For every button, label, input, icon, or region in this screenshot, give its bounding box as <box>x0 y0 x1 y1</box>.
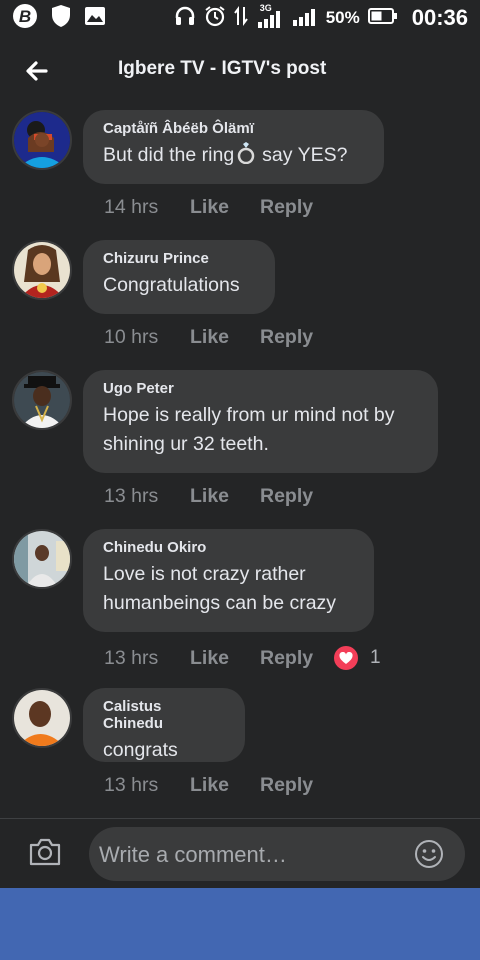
reply-button[interactable]: Reply <box>260 326 332 349</box>
comment-bubble[interactable]: Captåïñ Âbéëb Ôlämï But did the ring say … <box>83 110 384 184</box>
comment-meta: 10 hrs Like Reply <box>104 326 332 349</box>
avatar[interactable] <box>12 529 72 589</box>
headphones-icon <box>174 5 196 32</box>
emoji-icon[interactable] <box>413 838 445 875</box>
comment-bubble[interactable]: Chinedu Okiro Love is not crazy rather h… <box>83 529 374 632</box>
alarm-icon <box>204 5 226 32</box>
clock: 00:36 <box>411 5 468 30</box>
comment-bubble[interactable]: Chizuru Prince Congratulations <box>83 240 275 314</box>
comment-bubble[interactable]: Calistus Chinedu congrats <box>83 688 245 762</box>
comment-text: Hope is really from ur mind not by shini… <box>103 401 418 459</box>
heart-reaction-icon <box>332 644 360 672</box>
reply-button[interactable]: Reply <box>260 774 332 797</box>
data-arrows-icon <box>233 5 248 32</box>
avatar[interactable] <box>12 370 72 430</box>
comment-time: 13 hrs <box>104 646 159 669</box>
camera-icon[interactable] <box>28 837 62 872</box>
back-arrow-icon[interactable] <box>22 56 52 86</box>
reaction-count: 1 <box>370 647 381 668</box>
like-button[interactable]: Like <box>190 485 260 508</box>
shield-icon <box>50 4 72 33</box>
comment-meta: 13 hrs Like Reply 1 <box>104 644 381 672</box>
reply-button[interactable]: Reply <box>260 647 332 670</box>
reply-button[interactable]: Reply <box>260 196 332 219</box>
comment-time: 13 hrs <box>104 774 159 796</box>
app-b-icon: B <box>12 3 38 34</box>
battery-icon <box>367 7 398 30</box>
comment-input[interactable] <box>97 827 401 883</box>
header: Igbere TV - IGTV's post <box>0 44 480 100</box>
comment-time: 13 hrs <box>104 485 159 507</box>
comment-text-part: say YES? <box>262 144 348 166</box>
reaction-summary[interactable]: 1 <box>332 644 381 672</box>
comment-meta: 13 hrs Like Reply <box>104 485 332 508</box>
avatar[interactable] <box>12 240 72 300</box>
comment-text: Congratulations <box>103 274 240 296</box>
status-bar: B 3G 50% 00:36 <box>0 0 480 36</box>
battery-percent: 50% <box>325 8 360 27</box>
avatar[interactable] <box>12 110 72 170</box>
comment-author[interactable]: Ugo Peter <box>103 380 418 397</box>
comment-text: But did the ring say YES? <box>103 141 364 173</box>
ring-emoji-icon <box>236 142 256 173</box>
comment-meta: 14 hrs Like Reply <box>104 196 332 219</box>
like-button[interactable]: Like <box>190 196 260 219</box>
comment-input-box[interactable] <box>89 827 465 883</box>
comment-meta: 13 hrs Like Reply <box>104 774 332 797</box>
comment-text-line: shining ur 32 teeth. <box>103 433 269 455</box>
gallery-icon <box>84 6 106 31</box>
avatar[interactable] <box>12 688 72 748</box>
reply-button[interactable]: Reply <box>260 485 332 508</box>
comment-text: Love is not crazy rather humanbeings can… <box>103 560 354 618</box>
like-button[interactable]: Like <box>190 326 260 349</box>
like-button[interactable]: Like <box>190 774 260 797</box>
page-title: Igbere TV - IGTV's post <box>118 58 327 79</box>
comment-author[interactable]: Captåïñ Âbéëb Ôlämï <box>103 120 364 137</box>
comment-text-line: Hope is really from ur mind not by <box>103 404 395 426</box>
comment-text-line: Love is not crazy rather <box>103 563 306 585</box>
comment-text-line: humanbeings can be crazy <box>103 592 337 614</box>
comment-text: congrats <box>103 739 178 761</box>
comment-text-part: But did the ring <box>103 144 235 166</box>
comment-author[interactable]: Calistus Chinedu <box>103 698 225 732</box>
comment-time: 14 hrs <box>104 196 159 218</box>
comment-composer <box>0 819 480 889</box>
signal-icon <box>292 5 318 32</box>
comment-author[interactable]: Chizuru Prince <box>103 250 255 267</box>
svg-text:B: B <box>19 7 31 26</box>
like-button[interactable]: Like <box>190 647 260 670</box>
signal-3g-icon: 3G <box>256 3 284 29</box>
comment-bubble[interactable]: Ugo Peter Hope is really from ur mind no… <box>83 370 438 473</box>
bottom-nav-strip <box>0 888 480 960</box>
comment-author[interactable]: Chinedu Okiro <box>103 539 354 556</box>
comment-time: 10 hrs <box>104 326 159 348</box>
